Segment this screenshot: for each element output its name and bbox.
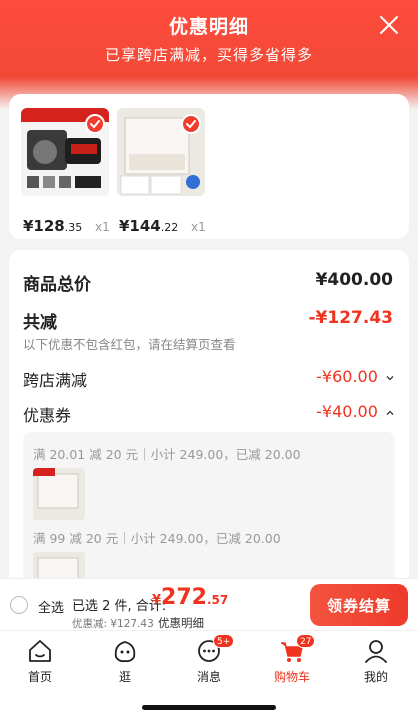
reduce-label: 共减 bbox=[23, 313, 57, 333]
home-indicator[interactable] bbox=[142, 705, 276, 710]
tab-label: 我的 bbox=[363, 670, 388, 684]
reduce-value: -¥127.43 bbox=[308, 308, 394, 328]
cross-store-value[interactable]: -¥60.00 bbox=[316, 367, 395, 386]
tab-label: 购物车 bbox=[273, 670, 310, 684]
tab-cart[interactable]: 27 购物车 bbox=[262, 634, 322, 685]
product-qty: x1 bbox=[95, 220, 110, 234]
message-icon: 5+ bbox=[195, 634, 235, 665]
coupon-rule: 满 20.01 减 20 元｜小计 249.00，已减 20.00 bbox=[33, 447, 301, 462]
cart-icon: 27 bbox=[278, 634, 316, 665]
home-icon bbox=[26, 637, 54, 665]
tab-profile[interactable]: 我的 bbox=[346, 635, 406, 685]
product-item[interactable]: ¥144.22 x1 bbox=[117, 108, 206, 235]
checkout-bar: 全选 已选 2 件, 合计: ¥272.57 优惠减: ¥127.43 优惠明细… bbox=[0, 578, 418, 630]
chevron-down-icon bbox=[386, 375, 394, 380]
tab-home[interactable]: 首页 bbox=[10, 635, 70, 685]
coupon-product-thumbnail bbox=[33, 468, 85, 520]
coupon-label[interactable]: 优惠券 bbox=[23, 402, 71, 426]
tab-label: 消息 bbox=[196, 670, 221, 684]
checkout-button[interactable]: 领券结算 bbox=[310, 584, 408, 626]
coupon-details: 满 20.01 减 20 元｜小计 249.00，已减 20.00 满 99 减… bbox=[23, 432, 395, 604]
product-qty: x1 bbox=[191, 220, 206, 234]
tab-browse[interactable]: 逛 bbox=[95, 635, 155, 685]
discount-note: 以下优惠不包含红包，请在结算页查看 bbox=[23, 337, 236, 352]
product-thumbnail[interactable] bbox=[21, 108, 109, 196]
product-item[interactable]: ¥128.35 x1 bbox=[21, 108, 110, 235]
total-value: ¥400.00 bbox=[315, 270, 393, 290]
selected-check-icon[interactable] bbox=[181, 114, 201, 134]
selected-check-icon[interactable] bbox=[85, 114, 105, 134]
coupon-value[interactable]: -¥40.00 bbox=[316, 402, 395, 421]
select-all-radio[interactable] bbox=[10, 596, 28, 614]
profile-icon bbox=[362, 637, 390, 665]
tab-label: 逛 bbox=[118, 670, 131, 684]
page-subtitle: 已享跨店满减，买得多省得多 bbox=[104, 46, 313, 64]
total-label: 商品总价 bbox=[23, 275, 91, 295]
cart-badge: 27 bbox=[296, 634, 316, 648]
tab-messages[interactable]: 5+ 消息 bbox=[179, 634, 239, 685]
close-icon[interactable] bbox=[378, 14, 400, 36]
cross-store-label[interactable]: 跨店满减 bbox=[23, 367, 87, 391]
product-thumbnail[interactable] bbox=[117, 108, 205, 196]
discount-amount: 优惠减: ¥127.43 bbox=[72, 618, 154, 630]
product-price: ¥128.35 bbox=[23, 217, 83, 235]
chevron-up-icon bbox=[386, 410, 394, 415]
page-title: 优惠明细 bbox=[168, 16, 249, 38]
browse-icon bbox=[111, 637, 139, 665]
product-price: ¥144.22 bbox=[119, 217, 179, 235]
tab-label: 首页 bbox=[27, 670, 52, 684]
coupon-rule: 满 99 减 20 元｜小计 249.00，已减 20.00 bbox=[33, 531, 281, 546]
message-badge: 5+ bbox=[213, 634, 235, 648]
discount-summary-card: 商品总价 ¥400.00 共减 -¥127.43 以下优惠不包含红包，请在结算页… bbox=[9, 250, 409, 604]
total-amount: ¥272.57 bbox=[152, 585, 229, 610]
product-card: ¥128.35 x1 ¥144.22 x1 bbox=[9, 94, 409, 239]
select-all-label[interactable]: 全选 bbox=[38, 597, 64, 616]
discount-detail-link[interactable]: 优惠明细 bbox=[158, 615, 204, 631]
